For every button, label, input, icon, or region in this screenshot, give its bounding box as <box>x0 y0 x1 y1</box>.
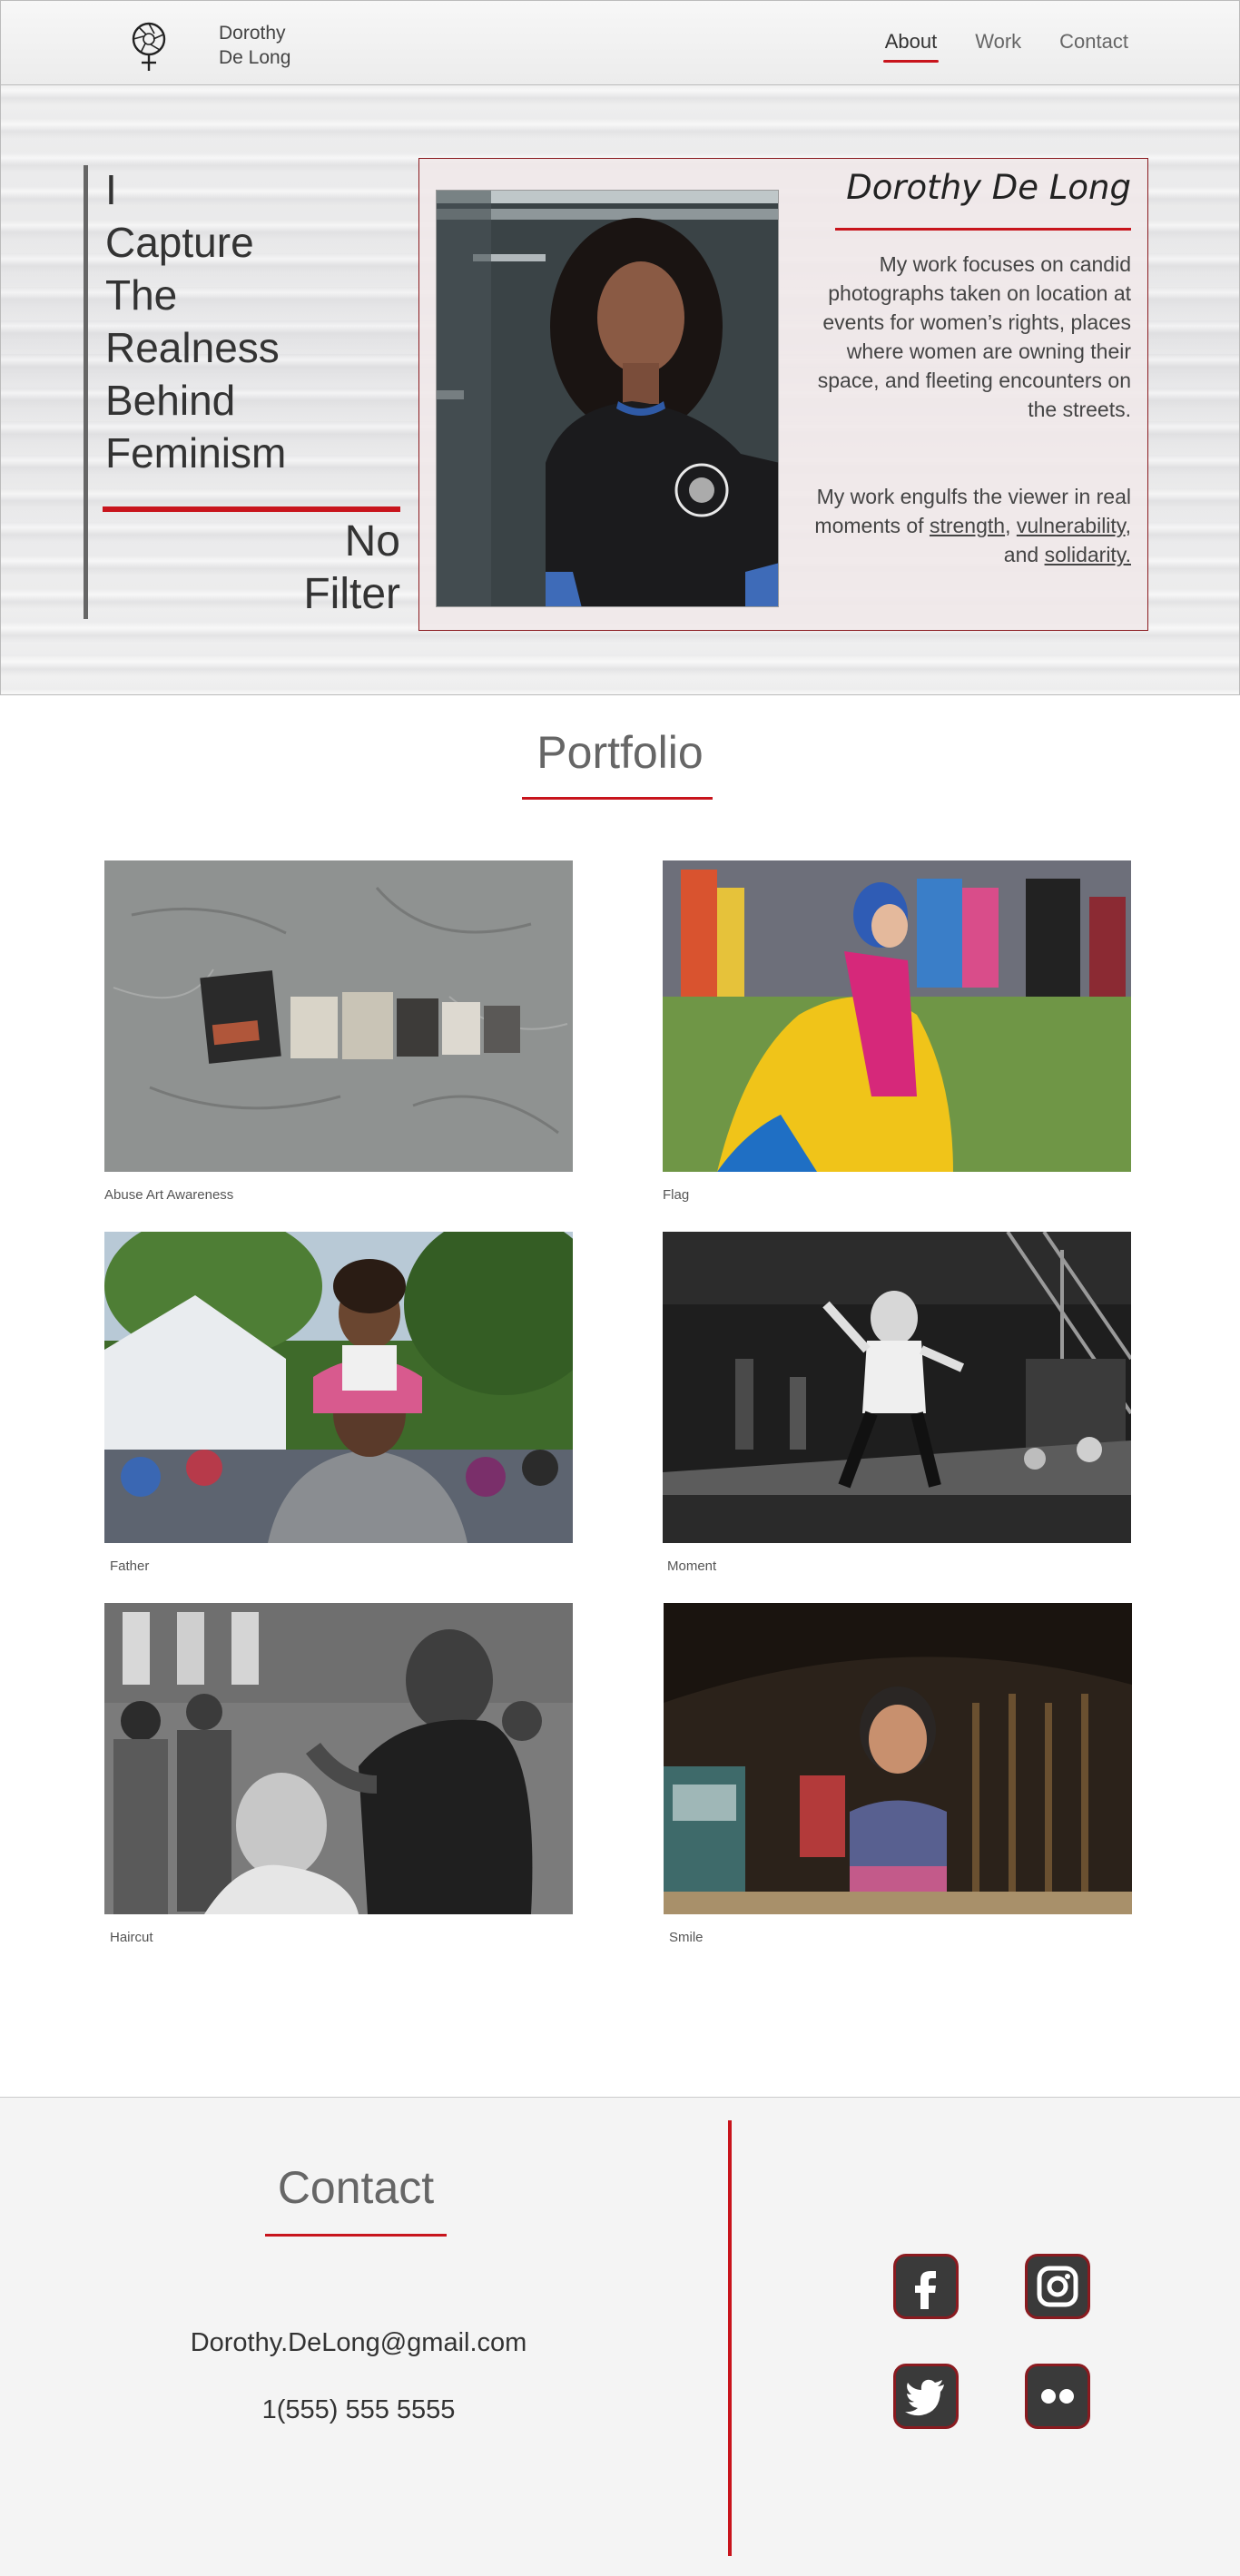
portfolio-image-father[interactable] <box>104 1232 573 1543</box>
portfolio-caption: Smile <box>669 1930 704 1945</box>
brand-line-1: Dorothy <box>219 23 286 44</box>
portfolio-image-abuse-art[interactable] <box>104 860 573 1172</box>
brand-line-2: De Long <box>219 47 291 68</box>
card-bio-2: My work engulfs the viewer in real momen… <box>786 482 1131 569</box>
tagline-word: Realness <box>105 324 280 371</box>
portfolio-image-haircut[interactable] <box>104 1603 573 1914</box>
portfolio-image-moment[interactable] <box>663 1232 1131 1543</box>
portfolio-rule <box>522 797 713 800</box>
portfolio-caption: Abuse Art Awareness <box>104 1187 234 1203</box>
portfolio-caption: Father <box>110 1558 150 1574</box>
tagline-word: Capture <box>105 219 254 266</box>
contact-section: Contact Dorothy.DeLong@gmail.com 1(555) … <box>0 2097 1240 2576</box>
hero-vertical-bar <box>84 165 88 619</box>
tagline-word: The <box>105 271 178 319</box>
contact-rule <box>265 2234 447 2237</box>
contact-email[interactable]: Dorothy.DeLong@gmail.com <box>0 2328 717 2358</box>
nav-link-work[interactable]: Work <box>975 30 1021 54</box>
link-solidarity[interactable]: solidarity. <box>1045 543 1131 566</box>
link-strength[interactable]: strength <box>930 514 1005 537</box>
contact-divider <box>728 2120 732 2556</box>
hero-red-rule <box>103 506 400 512</box>
portfolio-caption: Haircut <box>110 1930 153 1945</box>
nav-link-about[interactable]: About <box>882 30 939 63</box>
flickr-icon[interactable] <box>1025 2364 1090 2429</box>
brand-name[interactable]: Dorothy De Long <box>219 21 290 70</box>
tagline-word: I <box>105 166 117 213</box>
portfolio-caption: Moment <box>667 1558 717 1574</box>
contact-phone[interactable]: 1(555) 555 5555 <box>0 2395 717 2425</box>
portfolio-title: Portfolio <box>536 727 704 778</box>
link-vulnerability[interactable]: vulnerability <box>1017 514 1126 537</box>
nav-links: About Work Contact <box>882 30 1128 63</box>
hero-tagline: I Capture The Realness Behind Feminism <box>105 163 396 479</box>
subtag-word: No <box>344 517 400 565</box>
bio2-sep: , <box>1005 514 1017 537</box>
hero-subtag: No Filter <box>255 516 400 621</box>
card-bio: My work focuses on candid photographs ta… <box>817 252 1131 421</box>
tagline-word: Feminism <box>105 429 287 477</box>
navbar: Dorothy De Long About Work Contact <box>0 0 1240 85</box>
about-card: Dorothy De Long My work focuses on candi… <box>418 158 1148 631</box>
subtag-word: Filter <box>303 570 400 618</box>
card-name-rule <box>835 228 1131 231</box>
facebook-icon[interactable] <box>893 2254 959 2319</box>
portfolio-image-flag[interactable] <box>663 860 1131 1172</box>
contact-title: Contact <box>277 2162 435 2213</box>
portrait-photo <box>436 190 779 607</box>
aperture-logo-icon[interactable] <box>128 21 170 72</box>
card-name: Dorothy De Long <box>846 168 1131 207</box>
portfolio-caption: Flag <box>663 1187 690 1203</box>
tagline-word: Behind <box>105 377 236 424</box>
hero-section: I Capture The Realness Behind Feminism N… <box>0 85 1240 695</box>
instagram-icon[interactable] <box>1025 2254 1090 2319</box>
nav-link-contact[interactable]: Contact <box>1059 30 1128 54</box>
portfolio-image-smile[interactable] <box>664 1603 1132 1914</box>
twitter-icon[interactable] <box>893 2364 959 2429</box>
